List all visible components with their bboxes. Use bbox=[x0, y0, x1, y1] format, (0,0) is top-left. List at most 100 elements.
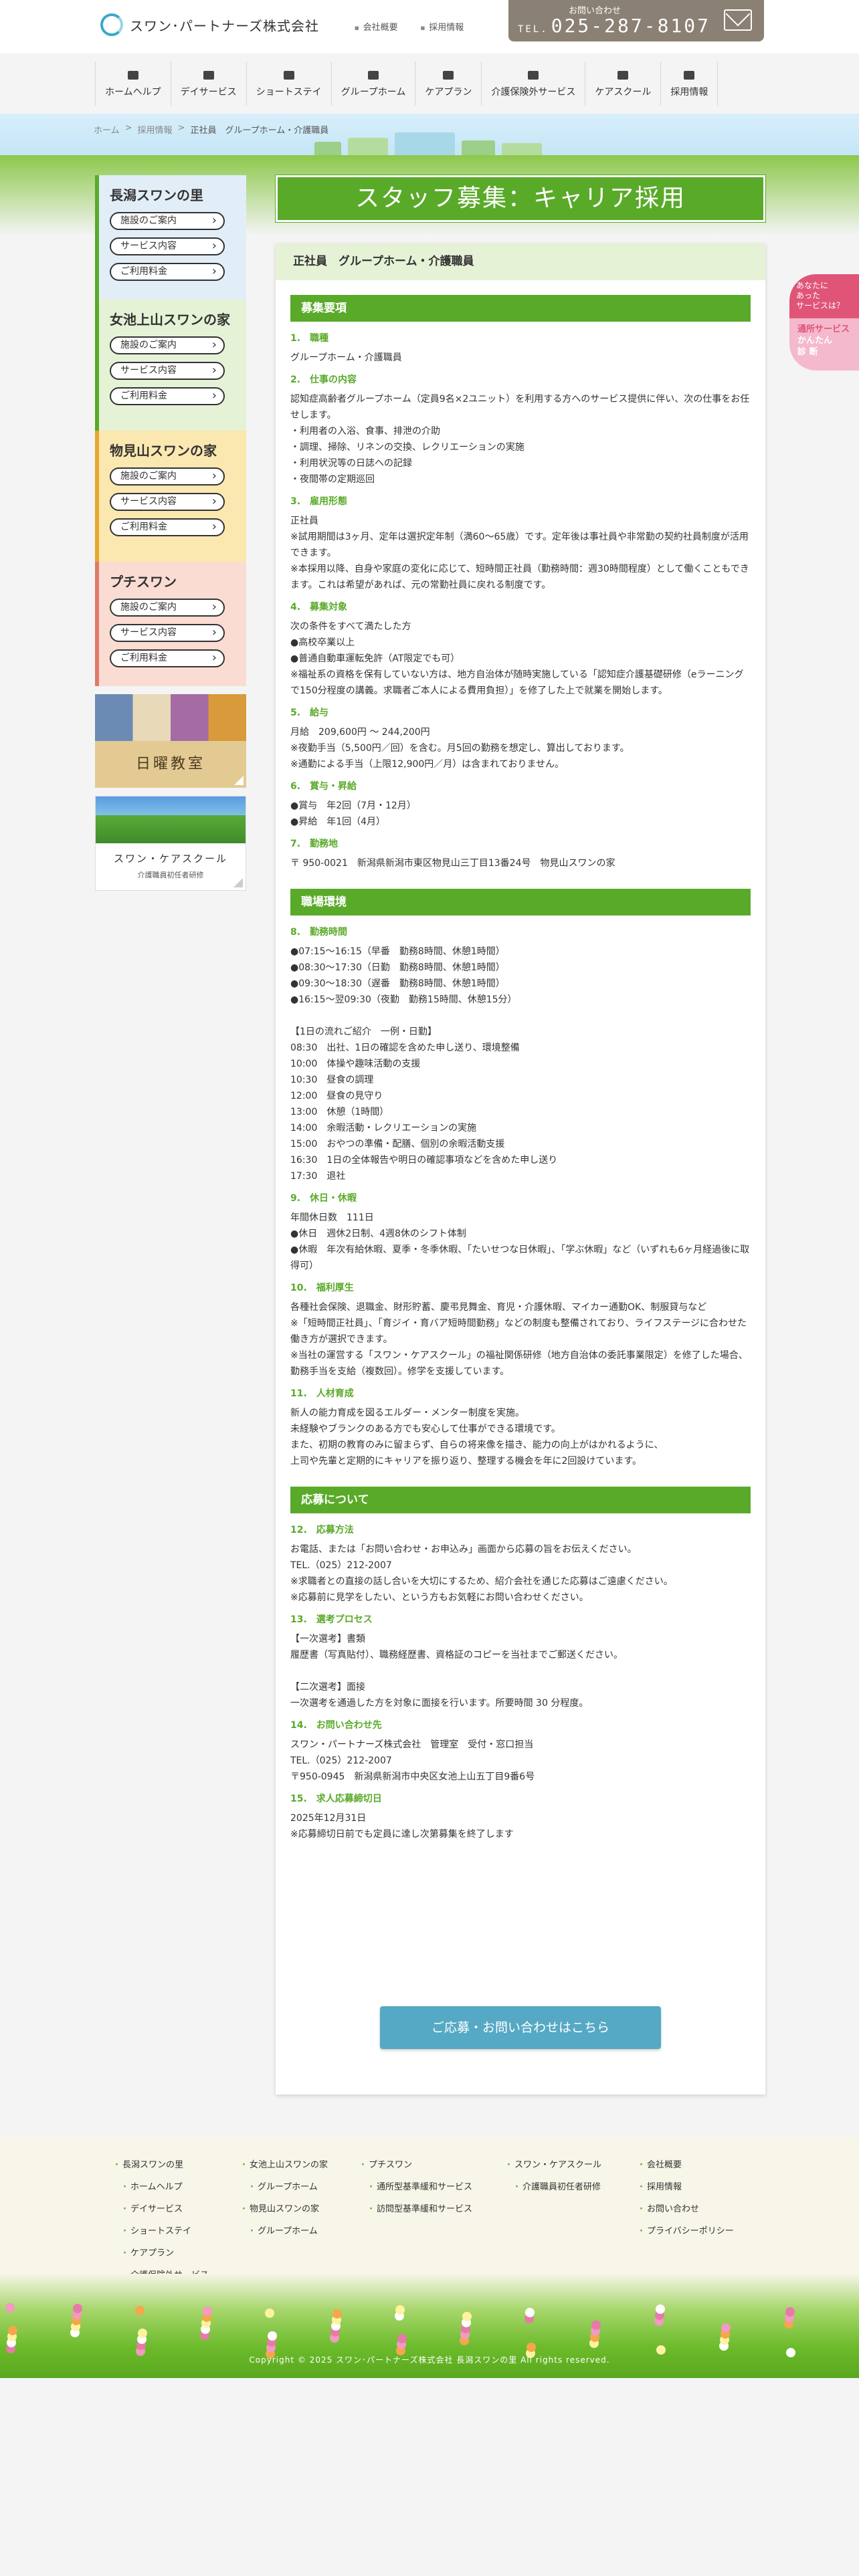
item-text: 【一次選考】書類 履歴書（写真貼付）、職務経歴書、資格証のコピーを当社までご郵送… bbox=[290, 1634, 623, 1709]
footer-col-school: スワン・ケアスクール 介護職員初任者研修 bbox=[507, 2157, 601, 2202]
footer-link[interactable]: ホームヘルプ bbox=[115, 2179, 209, 2192]
item-heading: 8. 勤務時間 bbox=[290, 927, 348, 938]
flower-decoration bbox=[265, 2309, 274, 2318]
item-text: 年間休日数 111日 ●休日 週休2日制、4週8休のシフト体制 ●休暇 年次有給… bbox=[290, 1212, 750, 1271]
contact-box[interactable]: お問い合わせ TEL. 025-287-8107 bbox=[508, 0, 764, 41]
sidebar-button[interactable]: ご利用料金 bbox=[110, 518, 225, 536]
nav-item[interactable]: 介護保険外サービス bbox=[481, 62, 585, 106]
nav-item[interactable]: ケアプラン bbox=[415, 62, 481, 106]
site-logo[interactable]: スワン･パートナーズ株式会社 bbox=[100, 13, 319, 36]
flower-decoration bbox=[721, 2323, 731, 2333]
footer-link[interactable]: 介護職員初任者研修 bbox=[507, 2179, 601, 2192]
footer-link[interactable]: お問い合わせ bbox=[640, 2202, 734, 2214]
diagnosis-badge-bottom: 通所サービス かんたん 診 断 bbox=[789, 318, 859, 370]
footer-link[interactable]: グループホーム bbox=[242, 2224, 328, 2236]
nav-label: グループホーム bbox=[341, 87, 406, 98]
flower-decoration bbox=[138, 2329, 147, 2338]
nav-item[interactable]: デイサービス bbox=[170, 62, 246, 106]
item-text: ●賞与 年2回（7月・12月） ●昇給 年1回（4月） bbox=[290, 800, 416, 827]
nav-icon bbox=[615, 69, 630, 81]
flower-decoration bbox=[73, 2304, 82, 2313]
sidebar-button[interactable]: 施設のご案内 bbox=[110, 599, 225, 617]
nav-item[interactable]: グループホーム bbox=[330, 62, 415, 106]
footer-link[interactable]: グループホーム bbox=[242, 2179, 328, 2192]
footer-col-petit: プチスワン 通所型基準緩和サービス 訪問型基準緩和サービス bbox=[361, 2157, 472, 2224]
sidebar-button[interactable]: 施設のご案内 bbox=[110, 336, 225, 354]
nav-item[interactable]: ショートステイ bbox=[246, 62, 331, 106]
nav-icon bbox=[366, 69, 381, 81]
service-diagnosis-badge[interactable]: あなたに あった サービスは？ 通所サービス かんたん 診 断 bbox=[789, 274, 859, 370]
apply-contact-button[interactable]: ご応募・お問い合わせはこちら bbox=[380, 2006, 661, 2049]
footer-link[interactable]: 長潟スワンの里 bbox=[115, 2157, 209, 2170]
sidebar-button[interactable]: ご利用料金 bbox=[110, 649, 225, 667]
sidebar-button[interactable]: サービス内容 bbox=[110, 493, 225, 511]
mail-icon[interactable] bbox=[724, 9, 752, 31]
footer-link[interactable]: 採用情報 bbox=[640, 2179, 734, 2192]
top-link-company[interactable]: 会社概要 bbox=[355, 20, 398, 33]
top-link-recruit[interactable]: 採用情報 bbox=[421, 20, 464, 33]
footer-link[interactable]: 会社概要 bbox=[640, 2157, 734, 2170]
logo-text: スワン･パートナーズ株式会社 bbox=[130, 17, 319, 34]
nav-label: ケアプラン bbox=[425, 87, 472, 98]
nav-item[interactable]: ホームヘルプ bbox=[95, 62, 171, 106]
banner-photo bbox=[96, 796, 246, 843]
footer-link[interactable]: スワン・ケアスクール bbox=[507, 2157, 601, 2170]
nav-icon bbox=[682, 69, 696, 81]
footer-link[interactable]: プライバシーポリシー bbox=[640, 2224, 734, 2236]
footer-link[interactable]: デイサービス bbox=[115, 2202, 209, 2214]
flower-decoration bbox=[397, 2334, 407, 2343]
section-heading: 応募について bbox=[290, 1487, 751, 1513]
sidebar: 長潟スワンの里施設のご案内サービス内容ご利用料金女池上山スワンの家施設のご案内サ… bbox=[95, 175, 246, 891]
page-bottom bbox=[0, 2378, 859, 2576]
flower-decoration bbox=[656, 2345, 666, 2355]
flower-decoration bbox=[656, 2304, 665, 2314]
sidebar-button[interactable]: ご利用料金 bbox=[110, 387, 225, 405]
flower-decoration bbox=[135, 2306, 145, 2315]
item-heading: 3. 雇用形態 bbox=[290, 496, 348, 507]
flower-decoration bbox=[462, 2312, 472, 2321]
sidebar-button[interactable]: サービス内容 bbox=[110, 624, 225, 642]
item-heading: 13. 選考プロセス bbox=[290, 1614, 373, 1625]
sidebar-button[interactable]: サービス内容 bbox=[110, 362, 225, 380]
flower-decoration bbox=[268, 2331, 277, 2341]
global-nav: ホームヘルプ デイサービス ショートステイ グループホーム ケアプラン 介護保険外サービス… bbox=[0, 53, 859, 114]
sunday-class-banner[interactable]: 日曜教室 bbox=[95, 694, 246, 788]
footer-link[interactable]: ショートステイ bbox=[115, 2224, 209, 2236]
page-title: スタッフ募集：キャリア採用 bbox=[276, 175, 765, 222]
nav-label: ホームヘルプ bbox=[105, 87, 161, 98]
nav-icon bbox=[201, 69, 216, 81]
nav-icon bbox=[441, 69, 456, 81]
care-school-banner[interactable]: スワン・ケアスクール 介護職員初任者研修 bbox=[95, 796, 246, 891]
footer-link[interactable]: 訪問型基準緩和サービス bbox=[361, 2202, 472, 2214]
sidebar-button[interactable]: 施設のご案内 bbox=[110, 212, 225, 230]
breadcrumb-band: ホーム > 採用情報 > 正社員 グループホーム・介護職員 bbox=[0, 114, 859, 155]
breadcrumb-recruit[interactable]: 採用情報 bbox=[138, 123, 173, 136]
breadcrumb: ホーム > 採用情報 > 正社員 グループホーム・介護職員 bbox=[94, 123, 328, 136]
sidebar-button[interactable]: 施設のご案内 bbox=[110, 467, 225, 486]
item-heading: 5. 給与 bbox=[290, 708, 329, 718]
swan-logo-icon bbox=[100, 13, 123, 36]
copyright: Copyright © 2025 スワン･パートナーズ株式会社 長潟スワンの里 … bbox=[249, 2355, 610, 2365]
breadcrumb-home[interactable]: ホーム bbox=[94, 123, 120, 136]
job-card-title: 正社員 グループホーム・介護職員 bbox=[276, 243, 765, 280]
sidebar-button[interactable]: サービス内容 bbox=[110, 237, 225, 255]
nav-icon bbox=[526, 69, 541, 81]
flower-decoration bbox=[395, 2305, 405, 2315]
nav-item[interactable]: ケアスクール bbox=[585, 62, 660, 106]
item-text: 〒 950-0021 新潟県新潟市東区物見山三丁目13番24号 物見山スワンの家 bbox=[290, 858, 615, 869]
nav-label: ケアスクール bbox=[595, 87, 652, 98]
sidebar-facility-title: 物見山スワンの家 bbox=[110, 443, 217, 459]
footer-link[interactable]: 物見山スワンの家 bbox=[242, 2202, 328, 2214]
item-heading: 2. 仕事の内容 bbox=[290, 374, 357, 385]
footer-link[interactable]: ケアプラン bbox=[115, 2246, 209, 2258]
footer-link[interactable]: 通所型基準緩和サービス bbox=[361, 2179, 472, 2192]
sidebar-button[interactable]: ご利用料金 bbox=[110, 263, 225, 281]
banner-title: スワン・ケアスクール bbox=[113, 853, 227, 865]
footer-link[interactable]: プチスワン bbox=[361, 2157, 472, 2170]
sidebar-facility-title: 長潟スワンの里 bbox=[110, 187, 203, 203]
item-text: 次の条件をすべて満たした方 ●高校卒業以上 ●普通自動車運転免許（AT限定でも可… bbox=[290, 621, 744, 696]
nav-item[interactable]: 採用情報 bbox=[660, 62, 719, 106]
footer-link[interactable]: 女池上山スワンの家 bbox=[242, 2157, 328, 2170]
sidebar-facility-title: プチスワン bbox=[110, 574, 177, 590]
